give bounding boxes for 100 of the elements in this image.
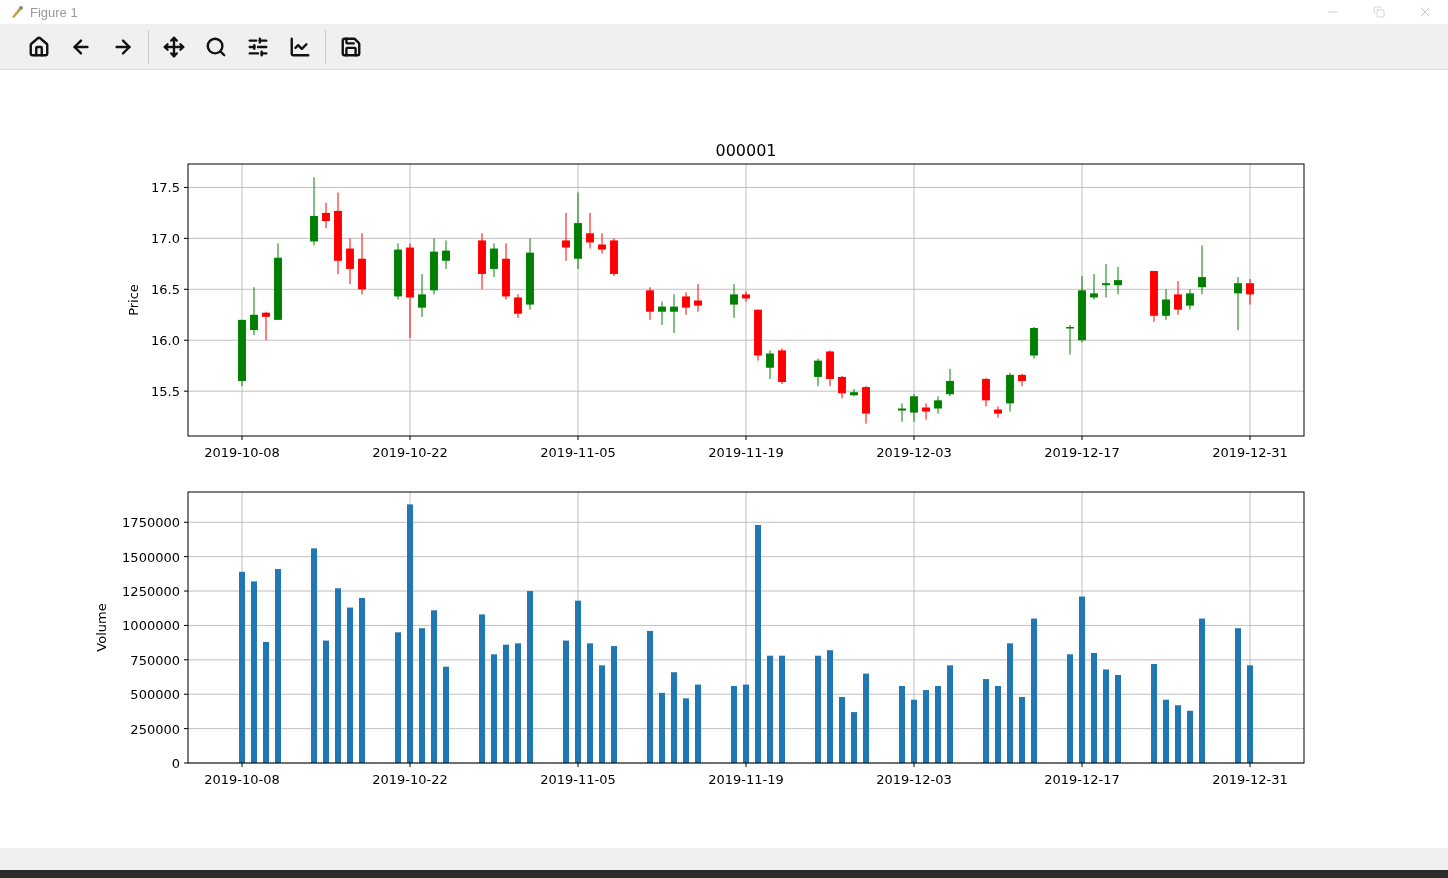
candlestick [862,385,870,425]
tick-label: 2019-11-05 [540,772,616,787]
candlestick [250,286,258,336]
candlestick [1234,276,1242,331]
tick-label: 1000000 [122,618,180,634]
tick-label: 1500000 [122,549,180,565]
tick-mark [913,435,915,441]
volume-bar [1175,705,1181,763]
tick-label: 2019-12-17 [1044,772,1120,787]
tick-label: 750000 [130,652,180,668]
candlestick [910,393,918,423]
tick-label: 2019-11-19 [708,772,784,787]
tick-mark [409,435,411,441]
app-logo-icon [10,5,24,19]
candlestick [442,239,450,270]
candlestick [898,402,906,423]
candlestick [1006,372,1014,413]
candlestick [1246,278,1254,306]
tick-mark [183,237,189,239]
candlestick [1078,275,1086,343]
tick-label: 1250000 [122,584,180,600]
tick-label: 2019-10-22 [372,445,448,460]
candlestick [358,232,366,295]
save-icon [340,35,362,58]
candlestick [646,286,654,321]
candlestick [346,237,354,285]
tick-mark [745,762,747,768]
candlestick [1030,326,1038,360]
tick-mark [183,693,189,695]
candlestick [322,202,330,229]
volume-bar [1163,699,1169,763]
volume-bar [1019,696,1025,763]
window-title: Figure 1 [30,4,79,20]
tick-mark [183,521,189,523]
tick-label: 2019-12-03 [876,445,952,460]
tick-mark [183,390,189,392]
sliders-icon [247,35,269,58]
tick-mark [745,435,747,441]
tick-label: 2019-11-19 [708,445,784,460]
tick-mark [183,339,189,341]
tick-label: 2019-12-17 [1044,445,1120,460]
candlestick [826,349,834,387]
candlestick [994,405,1002,419]
tick-label: 250000 [130,721,180,737]
tick-label: 2019-10-22 [372,772,448,787]
candlestick [490,242,498,278]
candlestick [670,293,678,334]
candlestick [1198,245,1206,295]
search-icon [205,35,227,58]
volume-bar [839,696,845,763]
candlestick [1090,273,1098,300]
tick-mark [241,435,243,441]
candlestick [1066,324,1074,355]
tick-label: 2019-10-08 [204,772,280,787]
tick-mark [409,762,411,768]
tick-label: 500000 [130,687,180,703]
candlestick [778,347,786,385]
tick-label: 2019-11-05 [540,445,616,460]
tick-label: 17.5 [151,180,180,196]
candlestick [1162,288,1170,321]
candlestick [478,232,486,290]
candlestick [394,242,402,300]
candlestick [418,273,426,318]
candlestick [658,301,666,326]
candlestick [922,402,930,421]
tick-mark [183,556,189,558]
candlestick [514,293,522,319]
volume-bar [851,712,857,763]
tick-mark [183,186,189,188]
home-icon [28,35,50,58]
candlestick [838,375,846,399]
candlestick [1186,288,1194,311]
candlestick [262,311,270,341]
tick-label: 2019-10-08 [204,445,280,460]
tick-label: 15.5 [151,384,180,400]
tick-mark [913,762,915,768]
volume-bar [911,699,917,763]
axis-label: Volume [94,603,109,652]
candlestick [742,290,750,303]
move-arrows-icon [163,35,185,58]
candlestick [814,358,822,387]
volume-bar [683,698,689,763]
candlestick [610,237,618,277]
candlestick [310,176,318,246]
candlestick [598,232,606,255]
tick-label: 16.5 [151,282,180,298]
tick-mark [1081,762,1083,768]
tick-mark [183,590,189,592]
candlestick [982,377,990,407]
tick-label: 2019-12-03 [876,772,952,787]
candlestick [694,283,702,313]
tick-mark [1249,762,1251,768]
tick-label: 1750000 [122,515,180,531]
candlestick [754,309,762,362]
candlestick [238,319,246,387]
volume-bar [1187,710,1193,763]
candlestick [766,349,774,380]
chart-title: 000001 [715,141,777,160]
candlestick [502,242,510,300]
tick-mark [1249,435,1251,441]
